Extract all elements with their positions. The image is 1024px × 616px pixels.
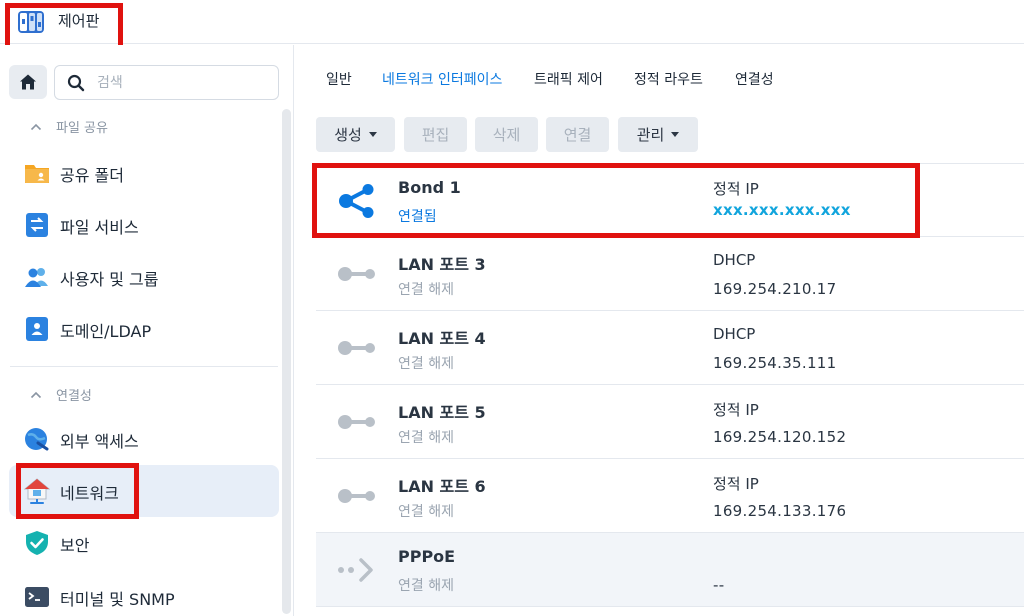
sidebar-item-shared-folder[interactable]: 공유 폴더 — [9, 147, 279, 199]
interface-ip: 169.254.133.176 — [713, 502, 847, 520]
section-label: 연결성 — [56, 389, 92, 404]
sidebar-item-domain-ldap[interactable]: 도메인/LDAP — [9, 303, 279, 355]
search-input[interactable] — [97, 72, 267, 94]
sidebar-item-label: 파일 서비스 — [60, 218, 139, 237]
pppoe-icon — [338, 558, 373, 582]
tab-connectivity[interactable]: 연결성 — [735, 69, 774, 89]
interface-status: 연결 해제 — [398, 578, 454, 594]
app-title: 제어판 — [58, 12, 100, 30]
tab-network-interface[interactable]: 네트워크 인터페이스 — [382, 69, 502, 89]
chevron-up-icon — [30, 123, 42, 130]
file-services-icon — [26, 213, 48, 237]
bond-share-icon — [339, 184, 374, 218]
sidebar-item-label: 네트워크 — [60, 484, 119, 503]
tab-static-route[interactable]: 정적 라우트 — [634, 69, 703, 89]
create-button-label: 생성 — [334, 126, 362, 144]
caret-down-icon — [671, 132, 680, 137]
sidebar: 파일 공유 공유 폴더 파일 서비스 사용자 및 그룹 — [0, 45, 294, 616]
section-label: 파일 공유 — [56, 121, 108, 136]
interface-ip: -- — [713, 576, 725, 594]
list-item-pppoe[interactable]: PPPoE 연결 해제 -- — [316, 533, 1024, 607]
home-button[interactable] — [9, 65, 47, 99]
interface-ip: 169.254.120.152 — [713, 428, 847, 446]
list-item-bond-1[interactable]: Bond 1 연결됨 정적 IP xxx.xxx.xxx.xxx — [316, 163, 1024, 237]
sidebar-item-users-groups[interactable]: 사용자 및 그룹 — [9, 251, 279, 303]
tab-general[interactable]: 일반 — [326, 69, 352, 89]
sidebar-item-security[interactable]: 보안 — [9, 517, 279, 569]
interface-ip-type: DHCP — [713, 325, 756, 343]
manage-button[interactable]: 관리 — [618, 117, 698, 152]
search-icon — [67, 74, 85, 92]
chevron-up-icon — [30, 391, 42, 398]
connect-button[interactable]: 연결 — [546, 117, 609, 152]
interface-status: 연결 해제 — [398, 504, 454, 520]
interface-ip-type: 정적 IP — [713, 401, 759, 419]
delete-button-label: 삭제 — [492, 126, 521, 144]
domain-ldap-icon — [26, 317, 48, 341]
sidebar-item-label: 공유 폴더 — [60, 166, 124, 185]
external-access-icon — [25, 428, 49, 451]
sidebar-item-label: 터미널 및 SNMP — [60, 590, 175, 609]
search-box[interactable] — [54, 65, 279, 100]
lan-port-icon — [338, 415, 375, 429]
sidebar-item-label: 도메인/LDAP — [60, 322, 152, 341]
interface-name: Bond 1 — [398, 178, 461, 197]
list-item-lan-5[interactable]: LAN 포트 5 연결 해제 정적 IP 169.254.120.152 — [316, 385, 1024, 459]
control-panel-icon — [18, 11, 44, 33]
sidebar-divider — [10, 366, 278, 367]
edit-button-label: 편집 — [421, 126, 450, 144]
interface-name: LAN 포트 5 — [398, 403, 486, 422]
list-item-lan-4[interactable]: LAN 포트 4 연결 해제 DHCP 169.254.35.111 — [316, 311, 1024, 385]
interface-status: 연결 해제 — [398, 282, 454, 298]
network-icon — [24, 478, 50, 504]
lan-port-icon — [338, 267, 375, 281]
sidebar-scrollbar[interactable] — [282, 109, 291, 614]
lan-port-icon — [338, 489, 375, 503]
interface-ip: 169.254.210.17 — [713, 280, 837, 298]
interface-name: LAN 포트 4 — [398, 329, 486, 348]
interface-name: LAN 포트 3 — [398, 255, 486, 274]
tab-bar: 일반 네트워크 인터페이스 트래픽 제어 정적 라우트 연결성 — [295, 45, 1024, 101]
sidebar-item-external-access[interactable]: 외부 액세스 — [9, 413, 279, 465]
interface-status: 연결 해제 — [398, 430, 454, 446]
list-item-lan-3[interactable]: LAN 포트 3 연결 해제 DHCP 169.254.210.17 — [316, 237, 1024, 311]
interface-ip: 169.254.35.111 — [713, 354, 837, 372]
interface-ip: xxx.xxx.xxx.xxx — [713, 201, 851, 219]
delete-button[interactable]: 삭제 — [475, 117, 538, 152]
tab-traffic-control[interactable]: 트래픽 제어 — [534, 69, 603, 89]
sidebar-item-label: 사용자 및 그룹 — [60, 270, 159, 289]
security-shield-icon — [26, 531, 48, 555]
interface-name: PPPoE — [398, 547, 456, 566]
terminal-icon — [25, 587, 49, 607]
list-item-lan-6[interactable]: LAN 포트 6 연결 해제 정적 IP 169.254.133.176 — [316, 459, 1024, 533]
home-icon — [20, 74, 36, 90]
interface-status: 연결됨 — [398, 209, 437, 225]
title-bar: 제어판 — [0, 0, 1024, 44]
users-groups-icon — [25, 268, 48, 287]
section-header-connectivity[interactable]: 연결성 — [30, 385, 92, 404]
sidebar-item-network[interactable]: 네트워크 — [9, 465, 279, 517]
sidebar-item-terminal-snmp[interactable]: 터미널 및 SNMP — [9, 571, 279, 616]
interface-ip-type: DHCP — [713, 251, 756, 269]
sidebar-item-label: 외부 액세스 — [60, 432, 139, 451]
manage-button-label: 관리 — [636, 126, 665, 144]
interface-ip-type: 정적 IP — [713, 180, 759, 198]
interface-status: 연결 해제 — [398, 356, 454, 372]
lan-port-icon — [338, 341, 375, 355]
create-button[interactable]: 생성 — [316, 117, 395, 152]
interface-ip-type: 정적 IP — [713, 475, 759, 493]
sidebar-item-file-services[interactable]: 파일 서비스 — [9, 199, 279, 251]
caret-down-icon — [368, 132, 377, 137]
shared-folder-icon — [25, 165, 49, 183]
edit-button[interactable]: 편집 — [404, 117, 467, 152]
interface-name: LAN 포트 6 — [398, 477, 486, 496]
section-header-file-sharing[interactable]: 파일 공유 — [30, 117, 108, 136]
sidebar-item-label: 보안 — [60, 536, 90, 555]
connect-button-label: 연결 — [563, 126, 592, 144]
